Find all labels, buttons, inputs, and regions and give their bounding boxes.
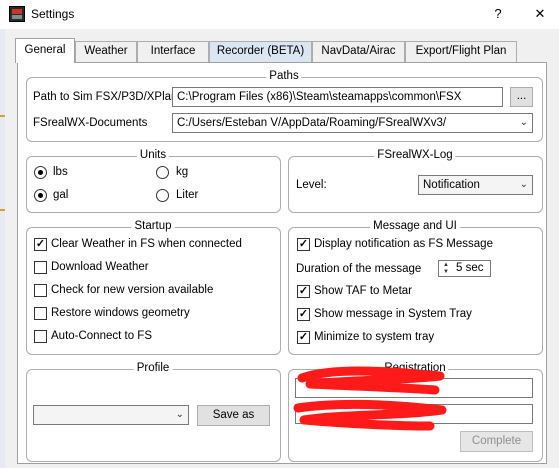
registration-group-title: Registration — [381, 362, 449, 374]
title-bar — [0, 0, 559, 29]
log-level-value: Notification — [423, 179, 480, 191]
tab-recorder[interactable]: Recorder (BETA) — [209, 41, 312, 62]
gal-radio[interactable] — [34, 189, 47, 202]
chevron-down-icon: ⌄ — [519, 179, 528, 190]
show-tray-checkbox[interactable]: ✓ — [297, 308, 310, 321]
spin-arrows-icon: ▲ ▼ — [443, 262, 449, 275]
kg-label: kg — [176, 166, 189, 178]
gal-label: gal — [53, 189, 69, 201]
window-title: Settings — [31, 7, 75, 21]
tab-export[interactable]: Export/Flight Plan — [405, 41, 517, 62]
clear-weather-label: Clear Weather in FS when connected — [51, 238, 242, 250]
app-icon — [9, 6, 25, 22]
show-tray-label: Show message in System Tray — [314, 308, 472, 320]
documents-path-value: C:/Users/Esteban V/AppData/Roaming/FSrea… — [177, 117, 447, 129]
profile-select[interactable]: ⌄ — [33, 405, 189, 425]
close-button[interactable]: ✕ — [530, 4, 550, 24]
download-weather-label: Download Weather — [51, 261, 149, 273]
show-taf-checkbox[interactable]: ✓ — [297, 285, 310, 298]
lbs-label: lbs — [53, 166, 68, 178]
tab-interface[interactable]: Interface — [137, 41, 209, 62]
registration-key-input[interactable] — [295, 404, 533, 424]
profile-group-title: Profile — [133, 362, 173, 374]
tab-navdata[interactable]: NavData/Airac — [312, 41, 405, 62]
duration-value: 5 sec — [456, 262, 484, 274]
display-notification-checkbox[interactable]: ✓ — [297, 238, 310, 251]
paths-group-title: Paths — [266, 70, 302, 82]
log-level-select[interactable]: Notification ⌄ — [418, 175, 533, 195]
check-version-checkbox[interactable] — [34, 284, 47, 297]
liter-radio[interactable] — [156, 189, 169, 202]
tab-general[interactable]: General — [15, 38, 75, 63]
chevron-down-icon: ⌄ — [519, 117, 528, 128]
message-group-title: Message and UI — [370, 220, 460, 232]
tab-weather[interactable]: Weather — [75, 41, 137, 62]
liter-label: Liter — [176, 189, 199, 201]
restore-geometry-label: Restore windows geometry — [51, 307, 190, 319]
lbs-radio[interactable] — [34, 166, 47, 179]
show-taf-label: Show TAF to Metar — [314, 285, 412, 297]
sim-path-input[interactable]: C:\Program Files (x86)\Steam\steamapps\c… — [172, 87, 503, 107]
background-window-edge — [0, 29, 5, 468]
documents-path-combo[interactable]: C:/Users/Esteban V/AppData/Roaming/FSrea… — [172, 113, 533, 133]
save-as-button[interactable]: Save as — [197, 405, 270, 426]
restore-geometry-checkbox[interactable] — [34, 307, 47, 320]
complete-button[interactable]: Complete — [460, 431, 533, 452]
documents-path-label: FSrealWX-Documents — [33, 117, 148, 129]
minimize-tray-checkbox[interactable]: ✓ — [297, 331, 310, 344]
browse-button[interactable]: ... — [510, 87, 533, 107]
chevron-down-icon: ⌄ — [175, 409, 184, 420]
duration-stepper[interactable]: ▲ ▼ 5 sec — [438, 260, 491, 277]
help-button[interactable]: ? — [488, 4, 508, 24]
sim-path-label: Path to Sim FSX/P3D/XPlane — [33, 91, 184, 103]
check-version-label: Check for new version available — [51, 284, 214, 296]
kg-radio[interactable] — [156, 166, 169, 179]
auto-connect-checkbox[interactable] — [34, 330, 47, 343]
log-group-title: FSrealWX-Log — [374, 149, 456, 161]
startup-group-title: Startup — [131, 220, 175, 232]
units-group — [26, 156, 281, 213]
download-weather-checkbox[interactable] — [34, 261, 47, 274]
registration-name-input[interactable] — [295, 378, 533, 398]
clear-weather-checkbox[interactable]: ✓ — [34, 238, 47, 251]
display-notification-label: Display notification as FS Message — [314, 238, 493, 250]
minimize-tray-label: Minimize to system tray — [314, 331, 435, 343]
units-group-title: Units — [136, 149, 170, 161]
auto-connect-label: Auto-Connect to FS — [51, 330, 152, 342]
duration-label: Duration of the message — [296, 263, 422, 275]
log-level-label: Level: — [296, 179, 327, 191]
